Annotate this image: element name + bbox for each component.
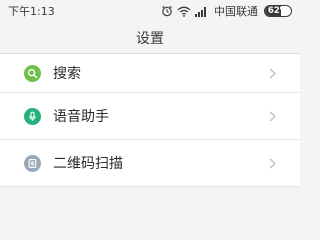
signal-icon (195, 5, 208, 17)
status-time: 下午1:13 (8, 5, 55, 18)
status-bar: 下午1:13 中国联通 62% (0, 0, 300, 22)
battery-percent: 62% (267, 5, 289, 16)
list-item-label: 二维码扫描 (53, 156, 123, 172)
search-icon (24, 64, 41, 82)
microphone-icon (24, 107, 41, 125)
chevron-right-icon (268, 157, 276, 169)
carrier-name: 中国联通 (214, 5, 258, 18)
list-item-label: 语音助手 (53, 109, 109, 125)
list-item-label: 搜索 (53, 66, 81, 82)
settings-list: 搜索 语音助手 二维码扫描 (0, 54, 300, 187)
alarm-icon (161, 5, 173, 17)
list-item-search[interactable]: 搜索 (0, 54, 300, 93)
page-header: 设置 (0, 22, 300, 54)
chevron-right-icon (268, 67, 276, 79)
chevron-right-icon (268, 110, 276, 122)
list-item-voice-assistant[interactable]: 语音助手 (0, 93, 300, 140)
battery-icon: 62% (264, 5, 292, 17)
status-right: 中国联通 62% (161, 3, 292, 19)
qr-scan-icon (24, 154, 41, 172)
list-item-qr-scan[interactable]: 二维码扫描 (0, 140, 300, 187)
wifi-icon (177, 5, 191, 17)
status-left: 下午1:13 (8, 3, 55, 19)
settings-screen: 下午1:13 中国联通 62% 设置 搜索 语音助手 二维码扫描 (0, 0, 300, 200)
page-title: 设置 (136, 30, 164, 47)
